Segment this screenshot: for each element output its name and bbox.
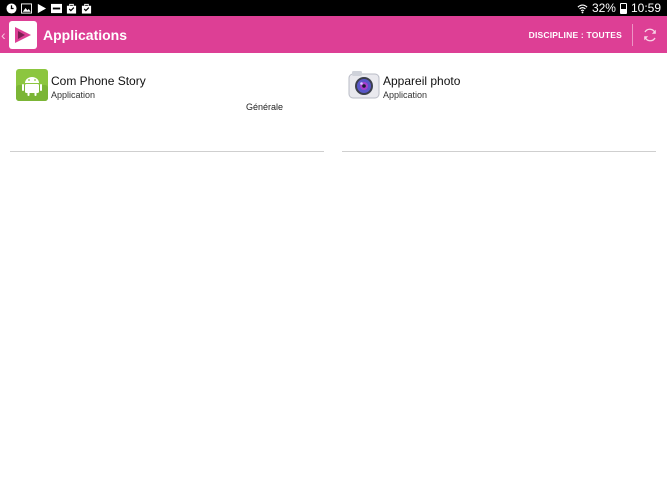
status-notifications bbox=[6, 2, 92, 14]
status-system: 32% 10:59 bbox=[577, 1, 661, 15]
android-icon bbox=[16, 69, 48, 101]
alarm-icon bbox=[6, 2, 17, 14]
refresh-button[interactable] bbox=[633, 16, 667, 53]
discipline-filter-button[interactable]: DISCIPLINE : TOUTES bbox=[519, 16, 632, 53]
wifi-box-icon bbox=[51, 3, 62, 14]
app-subtitle: Application bbox=[51, 90, 96, 100]
bag-icon bbox=[66, 3, 77, 14]
app-category-tag: Générale bbox=[245, 102, 283, 112]
app-card-appareil-photo[interactable]: Appareil photo Application bbox=[342, 53, 656, 152]
play-store-icon bbox=[36, 3, 47, 14]
app-card-com-phone-story[interactable]: Com Phone Story Application Générale bbox=[10, 53, 324, 152]
app-subtitle: Application bbox=[383, 90, 428, 100]
back-chevron-icon[interactable]: ‹ bbox=[1, 27, 9, 43]
wifi-icon bbox=[577, 3, 588, 14]
app-bar: ‹ Applications DISCIPLINE : TOUTES bbox=[0, 16, 667, 53]
camera-icon bbox=[348, 69, 380, 101]
battery-icon bbox=[619, 2, 627, 14]
play-logo-icon bbox=[15, 26, 31, 43]
app-logo[interactable] bbox=[9, 20, 37, 49]
bag-check-icon bbox=[81, 3, 92, 14]
page-title: Applications bbox=[43, 26, 128, 43]
app-title: Com Phone Story bbox=[51, 74, 146, 88]
clock: 10:59 bbox=[630, 1, 661, 15]
image-icon bbox=[21, 2, 32, 14]
status-bar: 32% 10:59 bbox=[0, 0, 667, 16]
app-title: Appareil photo bbox=[383, 74, 461, 88]
refresh-icon bbox=[644, 28, 656, 41]
battery-percent: 32% bbox=[591, 1, 616, 15]
